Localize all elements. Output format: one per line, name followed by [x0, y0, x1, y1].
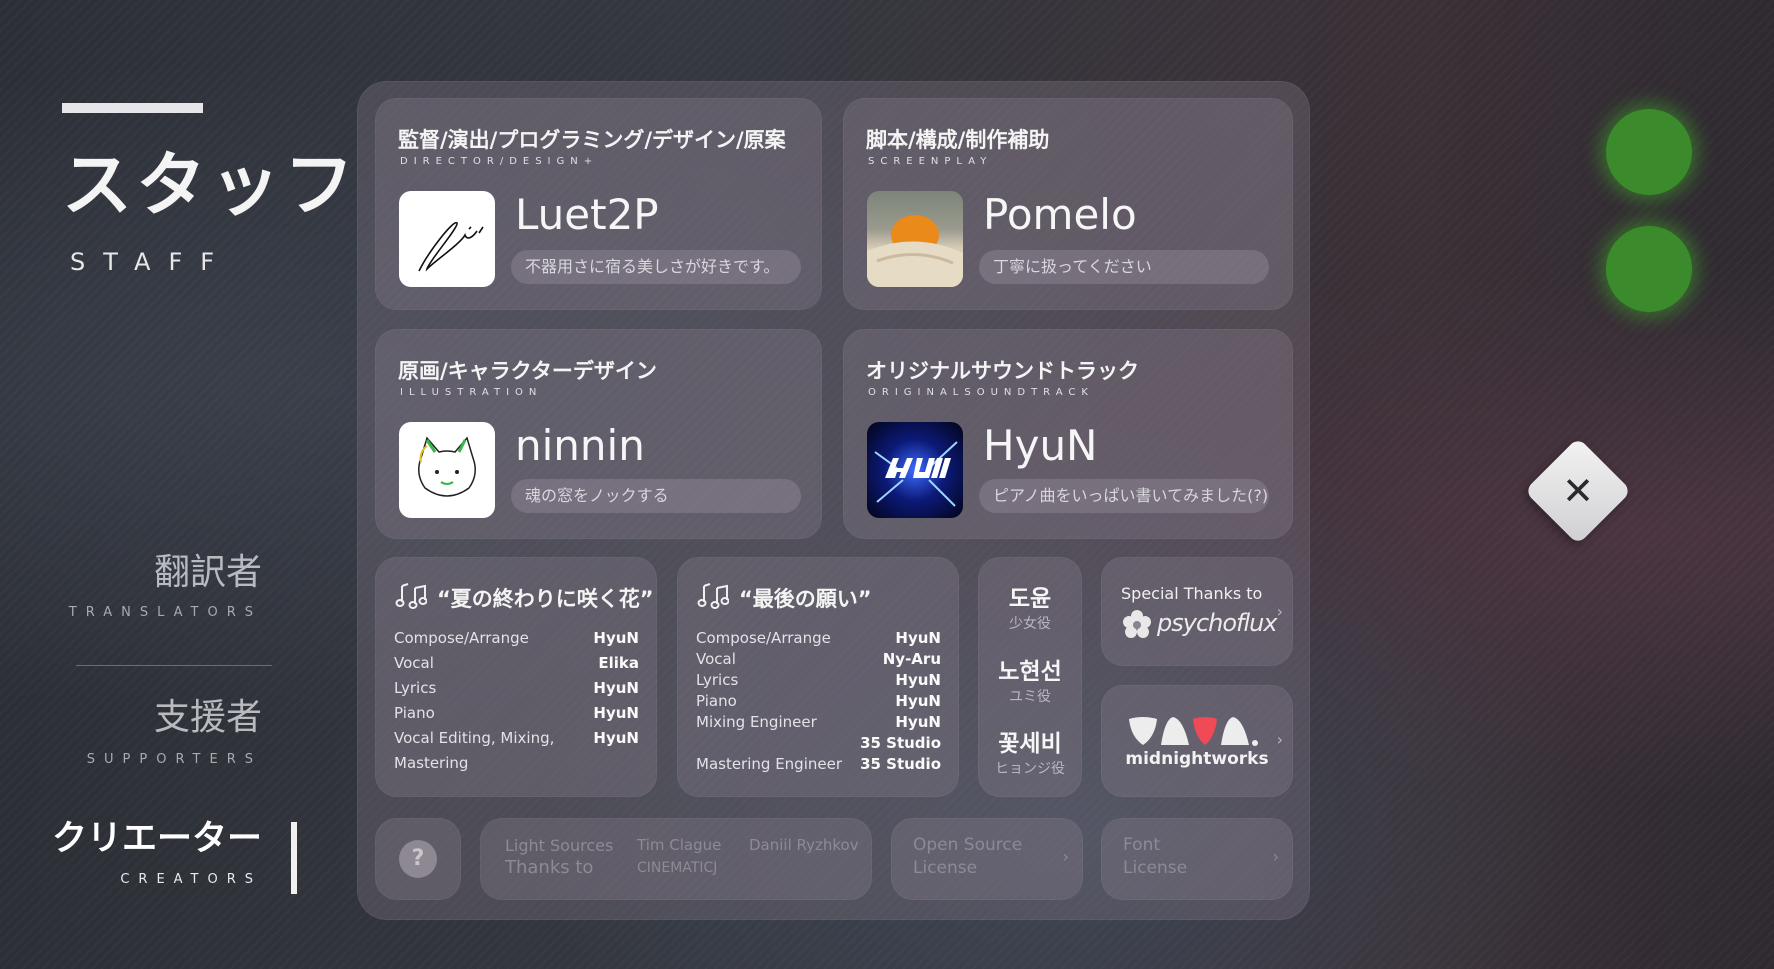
midnightworks-link[interactable]: midnightworks › — [1101, 685, 1293, 797]
person-quote: ピアノ曲をいっぱい書いてみました(?) — [979, 479, 1269, 513]
role-title: 脚本/構成/制作補助 — [866, 128, 1050, 152]
sidebar-divider — [76, 665, 272, 666]
credit-person: Daniil Ryzhkov — [749, 836, 859, 854]
sidebar-item-label: クリエーター — [51, 819, 262, 859]
credit-person: Tim Clague — [637, 836, 722, 854]
person-quote: 魂の窓をノックする — [511, 479, 801, 513]
avatar-pomelo — [867, 191, 963, 287]
chevron-right-icon: › — [1276, 602, 1283, 621]
role-title: オリジナルサウンドトラック — [866, 359, 1139, 383]
person-quote: 不器用さに宿る美しさが好きです。 — [511, 250, 801, 284]
page-subtitle: STAFF — [70, 248, 233, 276]
sidebar-item-label: 翻訳者 — [153, 552, 262, 593]
song-credits: Compose/Arrange HyuN Vocal Ny-Aru Lyrics Hy… — [696, 629, 941, 773]
avatar-hyun — [867, 422, 963, 518]
song-card-summer: “夏の終わりに咲く花” Compose/Arrange HyuN Vocal Eli… — [375, 557, 657, 797]
psychoflux-link[interactable]: Special Thanks to psychoflux › — [1101, 557, 1293, 666]
midnightworks-logo-icon — [1129, 717, 1258, 746]
voice-actors-card: 도윤 少女役 노현선 ユミ役 꽃세비 ヒョンジ役 — [978, 557, 1082, 797]
midnightworks-wordmark: midnightworks — [1125, 749, 1269, 769]
button-label-line1: Font — [1123, 835, 1161, 855]
role-subtitle: SCREENPLAY — [868, 156, 993, 167]
role-subtitle: ORIGINALSOUNDTRACK — [868, 387, 1094, 398]
chevron-right-icon: › — [1272, 847, 1279, 866]
credit-person-sub: CINEMATICJ — [637, 860, 718, 876]
person-name: Pomelo — [983, 190, 1137, 239]
special-thanks-label: Special Thanks to — [1121, 584, 1263, 603]
header-accent-bar — [62, 103, 203, 113]
light-sources-card: Light Sources Thanks to Tim Clague CINEM… — [480, 818, 872, 900]
chevron-right-icon: › — [1276, 730, 1283, 749]
thanks-to-label: Thanks to — [505, 857, 594, 878]
sidebar-item-sublabel: SUPPORTERS — [86, 752, 262, 767]
help-icon: ? — [399, 840, 437, 878]
green-button-bottom[interactable] — [1606, 226, 1692, 312]
role-subtitle: ILLUSTRATION — [400, 387, 543, 398]
song-credits: Compose/Arrange HyuN Vocal Elika Lyrics Hyu… — [394, 629, 639, 772]
help-button[interactable]: ? — [375, 818, 461, 900]
role-title: 監督/演出/プログラミング/デザイン/原案 — [398, 128, 786, 152]
person-quote: 丁寧に扱ってください — [979, 250, 1269, 284]
song-title: “最後の願い” — [739, 587, 872, 611]
sidebar-item-sublabel: TRANSLATORS — [68, 605, 262, 620]
staff-card-director: 監督/演出/プログラミング/デザイン/原案 DIRECTOR/DESIGN+ L… — [375, 98, 822, 310]
sidebar-item-label: 支援者 — [153, 697, 262, 738]
staff-card-screenplay: 脚本/構成/制作補助 SCREENPLAY Pomelo 丁寧に扱ってください — [843, 98, 1293, 310]
open-source-license-button[interactable]: Open Source License › — [891, 818, 1083, 900]
button-label-line2: License — [1123, 858, 1188, 878]
green-button-top[interactable] — [1606, 109, 1692, 195]
psychoflux-wordmark: psychoflux — [1157, 609, 1278, 637]
avatar-ninnin — [399, 422, 495, 518]
font-license-button[interactable]: Font License › — [1101, 818, 1293, 900]
chevron-right-icon: › — [1062, 847, 1069, 866]
button-label-line1: Open Source — [913, 835, 1023, 855]
person-name: Luet2P — [515, 190, 659, 239]
person-name: ninnin — [515, 421, 645, 470]
light-sources-label: Light Sources — [505, 836, 614, 855]
staff-card-soundtrack: オリジナルサウンドトラック ORIGINALSOUNDTRACK HyuN ピア… — [843, 329, 1293, 539]
active-indicator — [291, 822, 297, 894]
music-note-icon — [395, 583, 427, 609]
psychoflux-logo-icon — [1123, 610, 1151, 638]
page-title: スタッフ — [62, 144, 358, 226]
voice-actor: 노현선 ユミ役 — [998, 659, 1062, 705]
song-title: “夏の終わりに咲く花” — [437, 587, 654, 611]
music-note-icon — [697, 583, 729, 609]
button-label-line2: License — [913, 858, 978, 878]
sidebar-item-sublabel: CREATORS — [120, 872, 262, 887]
song-card-last-wish: “最後の願い” Compose/Arrange HyuN Vocal Ny-Aru … — [677, 557, 959, 797]
voice-actor: 도윤 少女役 — [1008, 586, 1052, 632]
voice-actor: 꽃세비 ヒョンジ役 — [995, 731, 1065, 777]
role-title: 原画/キャラクターデザイン — [398, 359, 657, 383]
staff-card-illustration: 原画/キャラクターデザイン ILLUSTRATION ninnin 魂の窓をノッ… — [375, 329, 822, 539]
avatar-luet2p — [399, 191, 495, 287]
close-icon: ✕ — [1562, 469, 1594, 513]
person-name: HyuN — [983, 421, 1098, 470]
role-subtitle: DIRECTOR/DESIGN+ — [400, 156, 599, 167]
